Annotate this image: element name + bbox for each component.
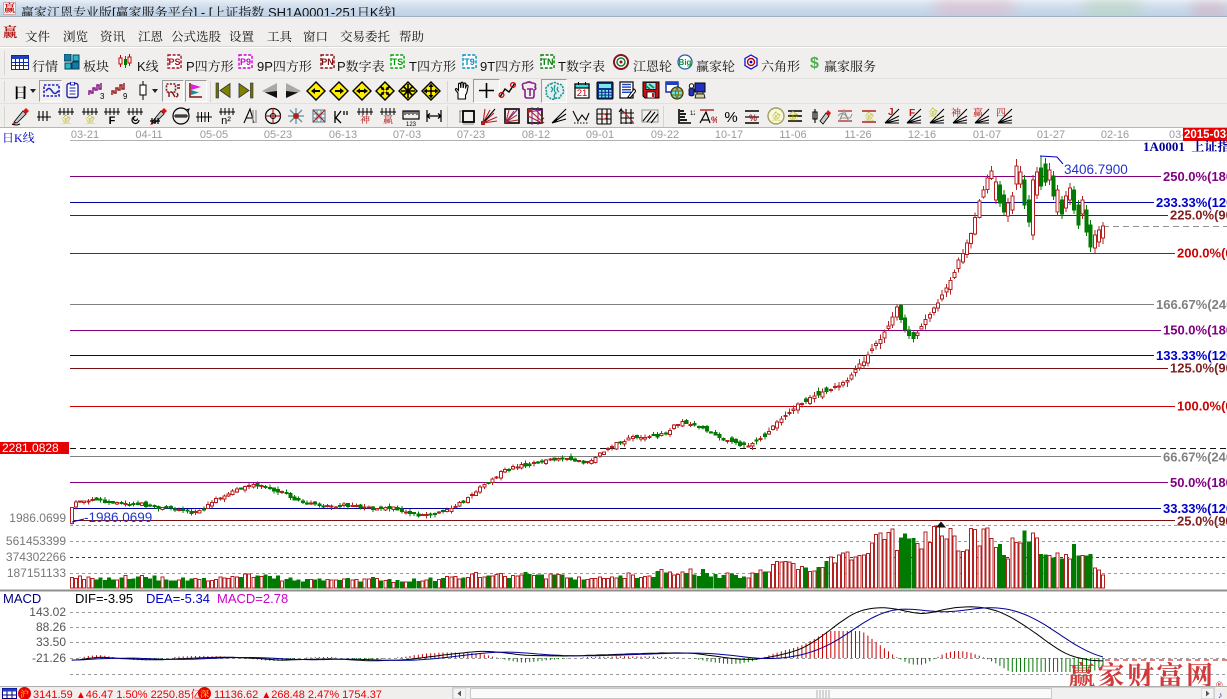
svg-text:01-27: 01-27 bbox=[1037, 129, 1065, 141]
svg-text:200.0%(0: 200.0%(0 bbox=[1177, 246, 1227, 261]
svg-text:02-16: 02-16 bbox=[1101, 129, 1129, 141]
svg-text:125.0%(90: 125.0%(90 bbox=[1170, 361, 1227, 376]
svg-text:DIF=-3.95: DIF=-3.95 bbox=[75, 591, 133, 606]
svg-text:166.67%(240: 166.67%(240 bbox=[1156, 297, 1227, 312]
svg-text:日K线: 日K线 bbox=[2, 129, 35, 146]
svg-text:06-13: 06-13 bbox=[329, 129, 357, 141]
svg-text:03-21: 03-21 bbox=[71, 129, 99, 141]
svg-text:09-01: 09-01 bbox=[586, 129, 614, 141]
svg-text:-1986.0699: -1986.0699 bbox=[84, 510, 152, 525]
svg-text:金: 金 bbox=[788, 108, 799, 124]
svg-text:50.0%(180: 50.0%(180 bbox=[1170, 475, 1227, 490]
svg-text:250.0%(180: 250.0%(180 bbox=[1163, 169, 1227, 184]
svg-text:05-05: 05-05 bbox=[200, 129, 228, 141]
svg-text:01-07: 01-07 bbox=[973, 129, 1001, 141]
svg-text:MACD=2.78: MACD=2.78 bbox=[217, 591, 288, 606]
svg-text:05-23: 05-23 bbox=[264, 129, 292, 141]
svg-text:04-11: 04-11 bbox=[135, 129, 162, 141]
svg-text:金: 金 bbox=[61, 111, 71, 126]
svg-text:Big: Big bbox=[679, 58, 692, 67]
svg-text:P9: P9 bbox=[240, 57, 251, 67]
svg-text:123: 123 bbox=[406, 122, 417, 126]
svg-text:150.0%(180: 150.0%(180 bbox=[1163, 323, 1227, 338]
svg-text:金: 金 bbox=[928, 107, 938, 119]
svg-text:T9: T9 bbox=[464, 57, 475, 67]
svg-text:PS: PS bbox=[168, 57, 180, 67]
svg-text:赢: 赢 bbox=[973, 107, 983, 119]
svg-text:66.67%(240: 66.67%(240 bbox=[1163, 449, 1227, 464]
svg-text:143.02: 143.02 bbox=[29, 605, 66, 619]
svg-text:-21.26: -21.26 bbox=[32, 651, 66, 665]
svg-text:12-16: 12-16 bbox=[908, 129, 936, 141]
svg-text:DEA=-5.34: DEA=-5.34 bbox=[146, 591, 210, 606]
svg-text:9: 9 bbox=[123, 92, 127, 100]
svg-text:F: F bbox=[909, 108, 915, 119]
svg-text:n²: n² bbox=[221, 115, 231, 126]
svg-text:PN: PN bbox=[321, 57, 334, 67]
svg-text:3: 3 bbox=[100, 92, 104, 100]
svg-text:TN: TN bbox=[542, 57, 554, 67]
svg-text:TS: TS bbox=[392, 57, 404, 67]
svg-text:3406.7900: 3406.7900 bbox=[1064, 162, 1128, 177]
svg-text:%: % bbox=[749, 113, 757, 123]
svg-text:88.26: 88.26 bbox=[36, 620, 66, 634]
svg-text:09-22: 09-22 bbox=[651, 129, 679, 141]
svg-text:J: J bbox=[888, 107, 894, 118]
svg-text:08-12: 08-12 bbox=[522, 129, 550, 141]
svg-text:2281.0828: 2281.0828 bbox=[2, 441, 59, 455]
svg-text:四: 四 bbox=[996, 107, 1006, 119]
svg-text:神: 神 bbox=[360, 111, 370, 126]
svg-text:11-06: 11-06 bbox=[779, 129, 806, 141]
svg-text:11-26: 11-26 bbox=[844, 129, 871, 141]
svg-text:123: 123 bbox=[690, 111, 695, 117]
svg-text:金: 金 bbox=[864, 108, 874, 123]
svg-text:25.0%(90: 25.0%(90 bbox=[1177, 513, 1227, 528]
svg-text:1A0001 上证指数: 1A0001 上证指数 bbox=[1143, 136, 1227, 155]
svg-text:MACD: MACD bbox=[3, 591, 41, 606]
svg-text:561453399: 561453399 bbox=[6, 534, 66, 548]
svg-text:赢: 赢 bbox=[383, 111, 393, 126]
svg-text:F: F bbox=[109, 115, 116, 126]
svg-text:10-17: 10-17 bbox=[715, 129, 743, 141]
svg-text:07-03: 07-03 bbox=[393, 129, 421, 141]
svg-text:07-23: 07-23 bbox=[457, 129, 485, 141]
svg-text:金: 金 bbox=[771, 108, 781, 123]
svg-text:33.50: 33.50 bbox=[36, 635, 66, 649]
svg-text:1986.0699: 1986.0699 bbox=[9, 511, 66, 525]
svg-text:神: 神 bbox=[951, 107, 961, 119]
svg-text:374302266: 374302266 bbox=[6, 550, 66, 564]
svg-text:%: % bbox=[724, 109, 737, 126]
svg-text:225.0%(90: 225.0%(90 bbox=[1170, 208, 1227, 223]
svg-text:100.0%(0: 100.0%(0 bbox=[1177, 399, 1227, 414]
svg-text:%: % bbox=[711, 115, 717, 125]
svg-text:$: $ bbox=[810, 55, 819, 70]
svg-text:金: 金 bbox=[85, 111, 95, 126]
svg-text:21: 21 bbox=[577, 88, 588, 99]
svg-text:187151133: 187151133 bbox=[7, 566, 67, 580]
